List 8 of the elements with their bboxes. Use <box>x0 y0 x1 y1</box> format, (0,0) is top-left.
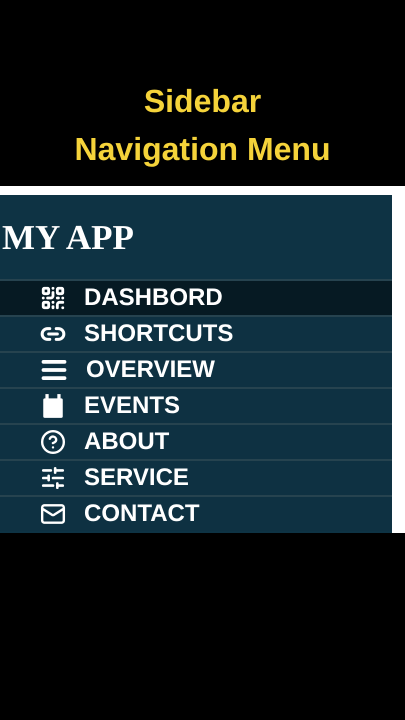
qr-code-icon <box>40 285 66 311</box>
help-icon <box>40 429 66 455</box>
caption-heading: Sidebar <box>144 82 262 121</box>
mail-icon <box>40 501 66 527</box>
app-title: MY APP <box>2 220 134 254</box>
sidebar-item[interactable]: DASHBORD <box>0 279 392 315</box>
sliders-icon <box>40 465 66 491</box>
caption-heading: Navigation Menu <box>74 130 330 169</box>
